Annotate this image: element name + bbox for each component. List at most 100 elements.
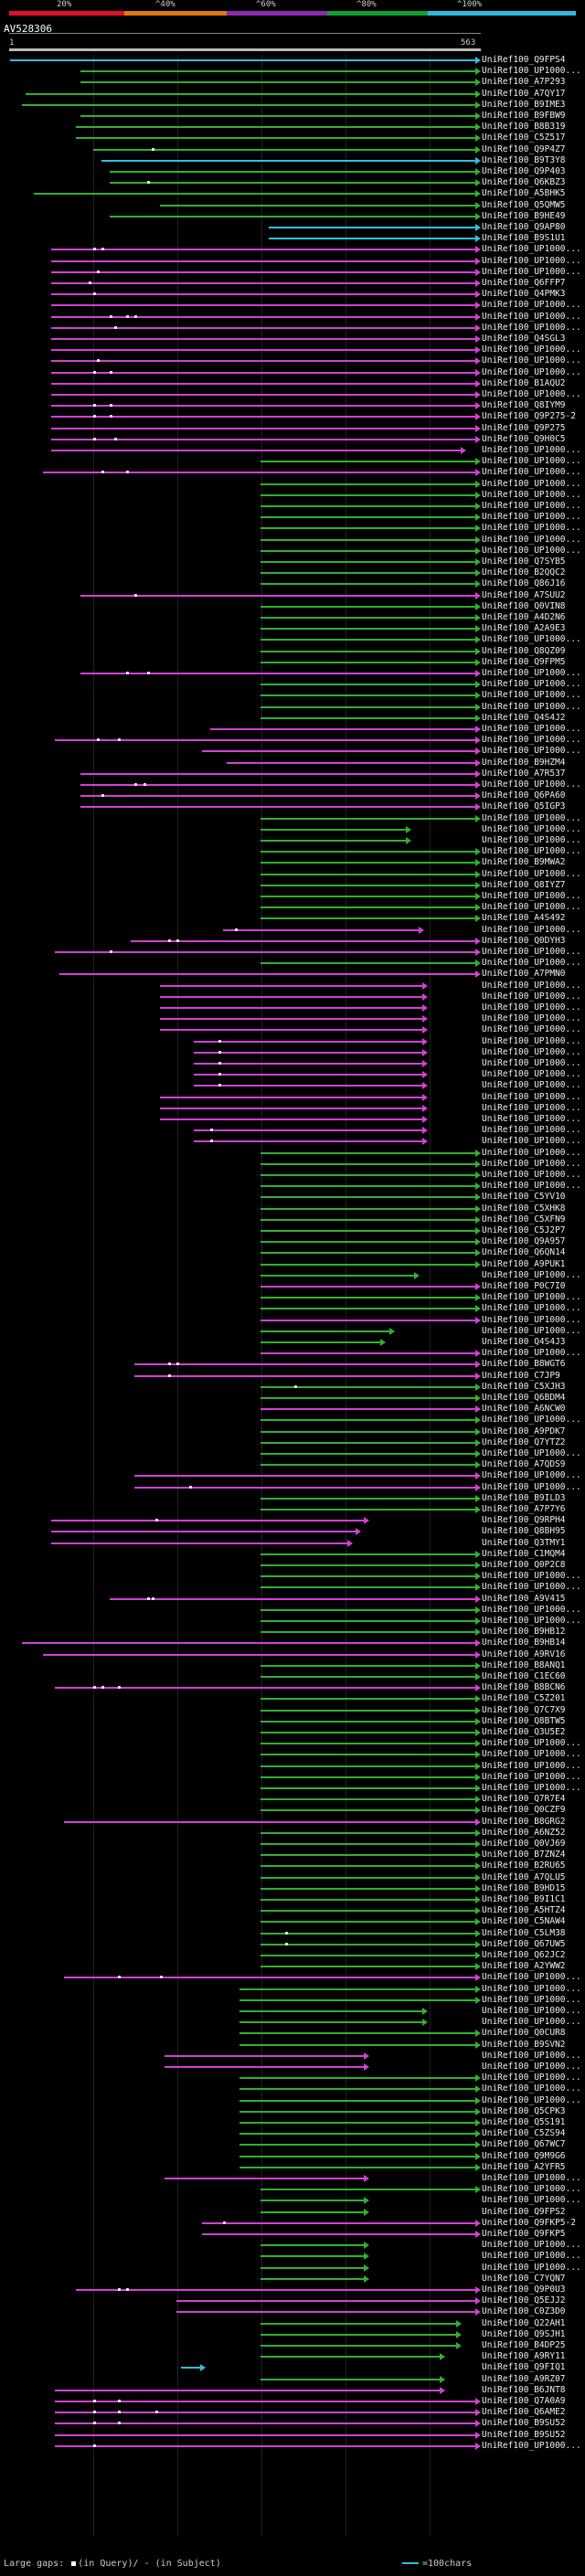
hit-row[interactable]: UniRef100_UP1000... xyxy=(0,1749,585,1760)
hit-label-link[interactable]: UniRef100_UP1000... xyxy=(482,835,581,846)
hit-label-link[interactable]: UniRef100_UP1000... xyxy=(482,66,581,77)
hit-label-link[interactable]: UniRef100_B2RU65 xyxy=(482,1860,566,1871)
hit-row[interactable]: UniRef100_UP1000... xyxy=(0,1058,585,1069)
hit-label-link[interactable]: UniRef100_B9HE49 xyxy=(482,211,566,222)
hit-label-link[interactable]: UniRef100_B7ZNZ4 xyxy=(482,1850,566,1860)
hit-label-link[interactable]: UniRef100_Q4S4J2 xyxy=(482,713,566,724)
hit-label-link[interactable]: UniRef100_C0Z3D0 xyxy=(482,2306,566,2317)
hit-label-link[interactable]: UniRef100_Q8BTW5 xyxy=(482,1716,566,1727)
hit-row[interactable]: UniRef100_A9RZ07 xyxy=(0,2374,585,2385)
hit-row[interactable]: UniRef100_UP1000... xyxy=(0,846,585,857)
hit-label-link[interactable]: UniRef100_Q5EJJ2 xyxy=(482,2295,566,2306)
hit-row[interactable]: UniRef100_UP1000... xyxy=(0,1761,585,1772)
hit-label-link[interactable]: UniRef100_A4S492 xyxy=(482,913,566,924)
hit-label-link[interactable]: UniRef100_Q0CZF9 xyxy=(482,1805,566,1816)
hit-label-link[interactable]: UniRef100_UP1000... xyxy=(482,445,581,456)
hit-row[interactable]: UniRef100_Q6QN14 xyxy=(0,1247,585,1258)
hit-row[interactable]: UniRef100_UP1000... xyxy=(0,355,585,366)
hit-label-link[interactable]: UniRef100_UP1000... xyxy=(482,1125,581,1136)
hit-label-link[interactable]: UniRef100_Q9FPS4 xyxy=(482,55,566,66)
hit-row[interactable]: UniRef100_UP1000... xyxy=(0,2095,585,2106)
hit-label-link[interactable]: UniRef100_UP1000... xyxy=(482,846,581,857)
hit-label-link[interactable]: UniRef100_Q9P403 xyxy=(482,166,566,177)
hit-label-link[interactable]: UniRef100_B9HZM4 xyxy=(482,758,566,769)
hit-row[interactable]: UniRef100_Q4S4J2 xyxy=(0,713,585,724)
hit-label-link[interactable]: UniRef100_A7QLU5 xyxy=(482,1872,566,1883)
hit-label-link[interactable]: UniRef100_UP1000... xyxy=(482,1181,581,1192)
hit-row[interactable]: UniRef100_Q67WC7 xyxy=(0,2139,585,2150)
hit-row[interactable]: UniRef100_UP1000... xyxy=(0,323,585,334)
hit-row[interactable]: UniRef100_UP1000... xyxy=(0,2062,585,2072)
hit-row[interactable]: UniRef100_Q9AP80 xyxy=(0,222,585,233)
hit-label-link[interactable]: UniRef100_UP1000... xyxy=(482,958,581,969)
hit-label-link[interactable]: UniRef100_Q7SYB5 xyxy=(482,557,566,567)
hit-label-link[interactable]: UniRef100_Q7C7X9 xyxy=(482,1705,566,1716)
hit-row[interactable]: UniRef100_Q5QMW5 xyxy=(0,200,585,211)
hit-label-link[interactable]: UniRef100_UP1000... xyxy=(482,2017,581,2028)
hit-label-link[interactable]: UniRef100_UP1000... xyxy=(482,244,581,255)
hit-label-link[interactable]: UniRef100_UP1000... xyxy=(482,1047,581,1058)
hit-row[interactable]: UniRef100_UP1000... xyxy=(0,902,585,913)
hit-label-link[interactable]: UniRef100_UP1000... xyxy=(482,535,581,546)
hit-label-link[interactable]: UniRef100_A7SUU2 xyxy=(482,590,566,601)
hit-label-link[interactable]: UniRef100_Q7A0A9 xyxy=(482,2396,566,2407)
hit-row[interactable]: UniRef100_A7PMN0 xyxy=(0,969,585,980)
hit-row[interactable]: UniRef100_Q9P0U3 xyxy=(0,2284,585,2295)
hit-row[interactable]: UniRef100_A9PUK1 xyxy=(0,1259,585,1270)
hit-row[interactable]: UniRef100_A9V415 xyxy=(0,1594,585,1605)
hit-row[interactable]: UniRef100_Q5EJJ2 xyxy=(0,2295,585,2306)
hit-label-link[interactable]: UniRef100_Q9AP80 xyxy=(482,222,566,233)
hit-row[interactable]: UniRef100_UP1000... xyxy=(0,367,585,378)
hit-row[interactable]: UniRef100_Q0P2C8 xyxy=(0,1560,585,1571)
hit-label-link[interactable]: UniRef100_UP1000... xyxy=(482,1002,581,1013)
hit-label-link[interactable]: UniRef100_UP1000... xyxy=(482,2184,581,2195)
hit-row[interactable]: UniRef100_UP1000... xyxy=(0,267,585,278)
hit-row[interactable]: UniRef100_UP1000... xyxy=(0,1069,585,1080)
hit-label-link[interactable]: UniRef100_C5XJH3 xyxy=(482,1382,566,1393)
hit-label-link[interactable]: UniRef100_UP1000... xyxy=(482,1616,581,1627)
hit-row[interactable]: UniRef100_A7R537 xyxy=(0,769,585,779)
hit-row[interactable]: UniRef100_Q9RPH4 xyxy=(0,1515,585,1526)
hit-label-link[interactable]: UniRef100_C5J2P7 xyxy=(482,1225,566,1236)
hit-row[interactable]: UniRef100_UP1000... xyxy=(0,779,585,790)
hit-row[interactable]: UniRef100_UP1000... xyxy=(0,1571,585,1582)
hit-label-link[interactable]: UniRef100_A9RY11 xyxy=(482,2351,566,2362)
hit-row[interactable]: UniRef100_Q9P275-2 xyxy=(0,411,585,422)
hit-row[interactable]: UniRef100_Q6BDM4 xyxy=(0,1393,585,1404)
hit-label-link[interactable]: UniRef100_B9HB14 xyxy=(482,1638,566,1648)
hit-row[interactable]: UniRef100_UP1000... xyxy=(0,1470,585,1481)
hit-row[interactable]: UniRef100_B2RU65 xyxy=(0,1860,585,1871)
hit-label-link[interactable]: UniRef100_UP1000... xyxy=(482,456,581,467)
hit-row[interactable]: UniRef100_P0C7I0 xyxy=(0,1281,585,1292)
hit-row[interactable]: UniRef100_UP1000... xyxy=(0,702,585,713)
hit-row[interactable]: UniRef100_Q0DYH3 xyxy=(0,936,585,947)
hit-label-link[interactable]: UniRef100_UP1000... xyxy=(482,925,581,936)
hit-label-link[interactable]: UniRef100_UP1000... xyxy=(482,323,581,334)
hit-row[interactable]: UniRef100_UP1000... xyxy=(0,634,585,645)
hit-label-link[interactable]: UniRef100_UP1000... xyxy=(482,1114,581,1125)
hit-row[interactable]: UniRef100_A5BHK5 xyxy=(0,188,585,199)
hit-label-link[interactable]: UniRef100_Q62JC2 xyxy=(482,1950,566,1961)
hit-label-link[interactable]: UniRef100_UP1000... xyxy=(482,824,581,835)
hit-label-link[interactable]: UniRef100_C7JP9 xyxy=(482,1371,560,1382)
hit-label-link[interactable]: UniRef100_UP1000... xyxy=(482,1348,581,1359)
hit-row[interactable]: UniRef100_UP1000... xyxy=(0,1738,585,1749)
hit-label-link[interactable]: UniRef100_UP1000... xyxy=(482,2251,581,2262)
hit-row[interactable]: UniRef100_Q9P403 xyxy=(0,166,585,177)
hit-label-link[interactable]: UniRef100_Q9FKP5-2 xyxy=(482,2218,576,2229)
hit-label-link[interactable]: UniRef100_UP1000... xyxy=(482,2072,581,2083)
hit-row[interactable]: UniRef100_B8ANQ1 xyxy=(0,1660,585,1671)
hit-label-link[interactable]: UniRef100_UP1000... xyxy=(482,1013,581,1024)
hit-row[interactable]: UniRef100_Q9A957 xyxy=(0,1236,585,1247)
hit-row[interactable]: UniRef100_UP1000... xyxy=(0,724,585,735)
hit-row[interactable]: UniRef100_B9HB12 xyxy=(0,1627,585,1638)
hit-row[interactable]: UniRef100_UP1000... xyxy=(0,1348,585,1359)
hit-row[interactable]: UniRef100_C5ZS94 xyxy=(0,2128,585,2139)
hit-row[interactable]: UniRef100_UP1000... xyxy=(0,2051,585,2062)
hit-label-link[interactable]: UniRef100_Q8IYZ7 xyxy=(482,880,566,891)
hit-row[interactable]: UniRef100_UP1000... xyxy=(0,546,585,557)
hit-label-link[interactable]: UniRef100_UP1000... xyxy=(482,1972,581,1983)
hit-label-link[interactable]: UniRef100_Q9P275-2 xyxy=(482,411,576,422)
hit-row[interactable]: UniRef100_UP1000... xyxy=(0,2184,585,2195)
hit-label-link[interactable]: UniRef100_UP1000... xyxy=(482,1772,581,1783)
